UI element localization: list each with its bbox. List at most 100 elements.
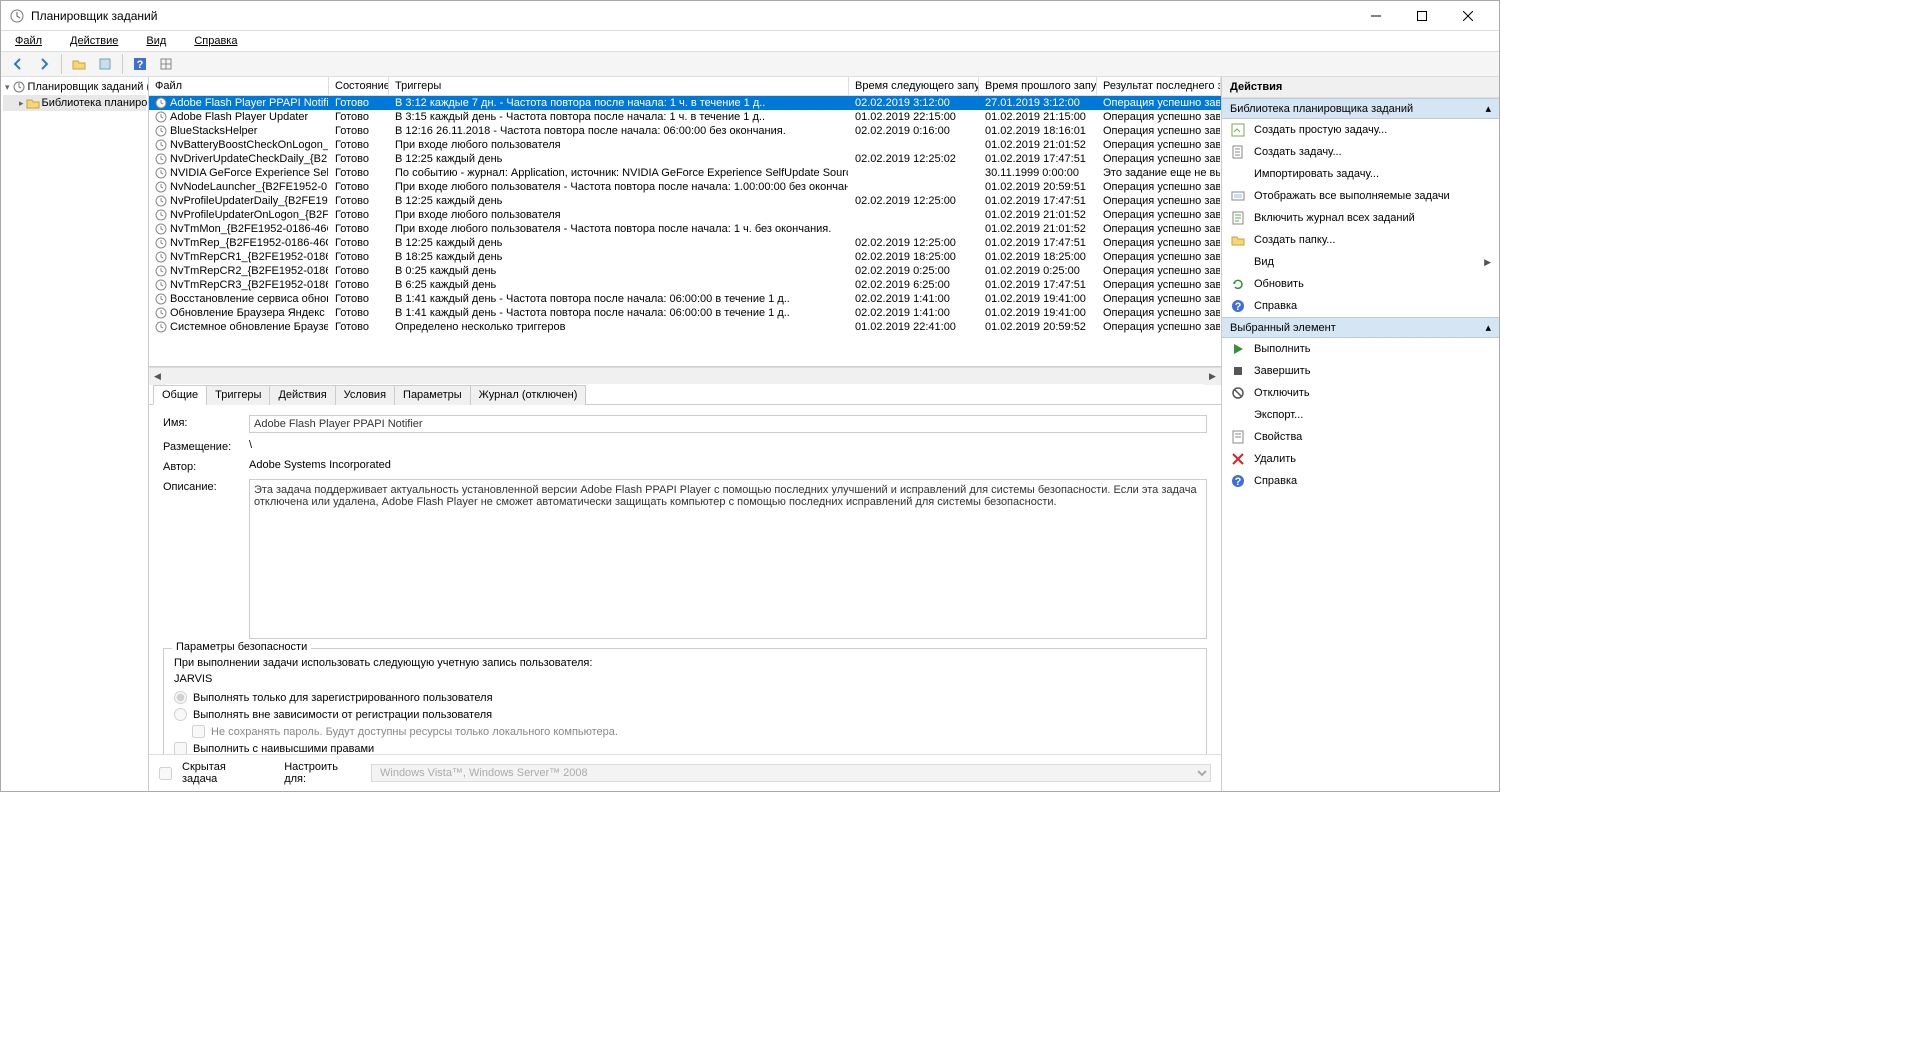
task-row[interactable]: Adobe Flash Player PPAPI NotifierГотовоВ… xyxy=(149,96,1221,110)
clock-icon xyxy=(155,293,167,305)
label-description: Описание: xyxy=(163,479,249,493)
menu-help[interactable]: Справка xyxy=(186,33,245,49)
task-trigger: В 12:16 26.11.2018 - Частота повтора пос… xyxy=(389,124,849,138)
action-Вид[interactable]: Вид▶ xyxy=(1222,251,1499,273)
task-trigger: В 12:25 каждый день xyxy=(389,236,849,250)
col-header-next[interactable]: Время следующего запуска xyxy=(849,77,979,95)
col-header-triggers[interactable]: Триггеры xyxy=(389,77,849,95)
tab-Общие[interactable]: Общие xyxy=(153,385,207,405)
back-button[interactable] xyxy=(7,53,29,75)
action-Выполнить[interactable]: Выполнить xyxy=(1222,338,1499,360)
task-row[interactable]: Системное обновление Браузера Ян...Готов… xyxy=(149,320,1221,334)
action-Справка[interactable]: ?Справка xyxy=(1222,295,1499,317)
clock-icon xyxy=(155,153,167,165)
action-Удалить[interactable]: Удалить xyxy=(1222,448,1499,470)
task-prev: 01.02.2019 18:25:00 xyxy=(979,250,1097,264)
toolbar: ? xyxy=(1,51,1499,77)
action-Создать папку...[interactable]: Создать папку... xyxy=(1222,229,1499,251)
action-Справка[interactable]: ?Справка xyxy=(1222,470,1499,492)
task-name: NvTmRep_{B2FE1952-0186-46C3-BAE... xyxy=(170,237,329,249)
maximize-button[interactable] xyxy=(1399,1,1445,31)
collapse-icon[interactable]: ▴ xyxy=(1485,321,1491,334)
task-prev: 01.02.2019 21:15:00 xyxy=(979,110,1097,124)
task-row[interactable]: Adobe Flash Player UpdaterГотовоВ 3:15 к… xyxy=(149,110,1221,124)
task-row[interactable]: NvTmMon_{B2FE1952-0186-46C3-BAE...Готово… xyxy=(149,222,1221,236)
name-field[interactable] xyxy=(249,415,1207,433)
task-row[interactable]: NvTmRepCR3_{B2FE1952-0186-46C3-...Готово… xyxy=(149,278,1221,292)
menu-file[interactable]: Файл xyxy=(7,33,50,49)
radio-any-user-label: Выполнять вне зависимости от регистрации… xyxy=(193,709,492,721)
task-row[interactable]: Обновление Браузера ЯндексГотовоВ 1:41 к… xyxy=(149,306,1221,320)
action-Создать простую задачу...[interactable]: Создать простую задачу... xyxy=(1222,119,1499,141)
minimize-button[interactable] xyxy=(1353,1,1399,31)
task-prev: 01.02.2019 17:47:51 xyxy=(979,278,1097,292)
task-row[interactable]: NvDriverUpdateCheckDaily_{B2FE1952...Гот… xyxy=(149,152,1221,166)
col-header-prev[interactable]: Время прошлого запуска xyxy=(979,77,1097,95)
task-row[interactable]: NvTmRep_{B2FE1952-0186-46C3-BAE...Готово… xyxy=(149,236,1221,250)
tree-library[interactable]: ▸ Библиотека планировщ xyxy=(3,95,146,111)
task-result: Операция успешно завер xyxy=(1097,194,1221,208)
task-row[interactable]: NvProfileUpdaterOnLogon_{B2FE1952...Гото… xyxy=(149,208,1221,222)
toolbar-folder-icon[interactable] xyxy=(68,53,90,75)
collapse-icon[interactable]: ▴ xyxy=(1485,102,1491,115)
menu-view[interactable]: Вид xyxy=(138,33,174,49)
toolbar-grid-icon[interactable] xyxy=(155,53,177,75)
action-Отключить[interactable]: Отключить xyxy=(1222,382,1499,404)
task-row[interactable]: NvProfileUpdaterDaily_{B2FE1952-018...Го… xyxy=(149,194,1221,208)
action-Свойства[interactable]: Свойства xyxy=(1222,426,1499,448)
action-Отображать все выполняемые задачи[interactable]: Отображать все выполняемые задачи xyxy=(1222,185,1499,207)
description-field[interactable] xyxy=(249,479,1207,639)
action-Включить журнал всех заданий[interactable]: Включить журнал всех заданий xyxy=(1222,207,1499,229)
tree-toggle-icon[interactable]: ▸ xyxy=(19,98,24,109)
col-header-state[interactable]: Состояние xyxy=(329,77,389,95)
task-next: 01.02.2019 22:15:00 xyxy=(849,110,979,124)
tab-Условия[interactable]: Условия xyxy=(335,385,395,405)
task-state: Готово xyxy=(329,222,389,236)
task-row[interactable]: BlueStacksHelperГотовоВ 12:16 26.11.2018… xyxy=(149,124,1221,138)
action-Завершить[interactable]: Завершить xyxy=(1222,360,1499,382)
task-list[interactable]: Файл Состояние Триггеры Время следующего… xyxy=(149,77,1221,367)
check-no-password-label: Не сохранять пароль. Будут доступны ресу… xyxy=(211,726,618,738)
scroll-right-icon[interactable]: ▶ xyxy=(1204,368,1221,385)
task-result: Операция успешно завер xyxy=(1097,208,1221,222)
task-name: NvProfileUpdaterDaily_{B2FE1952-018... xyxy=(170,195,329,207)
action-Создать задачу...[interactable]: Создать задачу... xyxy=(1222,141,1499,163)
clock-icon xyxy=(155,307,167,319)
task-row[interactable]: NvBatteryBoostCheckOnLogon_{B2FE...Готов… xyxy=(149,138,1221,152)
titlebar[interactable]: Планировщик заданий xyxy=(1,1,1499,31)
col-header-file[interactable]: Файл xyxy=(149,77,329,95)
tab-Журнал (отключен)[interactable]: Журнал (отключен) xyxy=(470,385,587,405)
check-hidden-task-label: Скрытая задача xyxy=(182,761,262,785)
tab-Параметры[interactable]: Параметры xyxy=(394,385,471,405)
forward-button[interactable] xyxy=(33,53,55,75)
task-prev: 01.02.2019 0:25:00 xyxy=(979,264,1097,278)
tab-Триггеры[interactable]: Триггеры xyxy=(206,385,270,405)
task-next: 02.02.2019 1:41:00 xyxy=(849,306,979,320)
radio-logged-user xyxy=(174,691,187,704)
action-Обновить[interactable]: Обновить xyxy=(1222,273,1499,295)
action-Экспорт...[interactable]: Экспорт... xyxy=(1222,404,1499,426)
toolbar-help-icon[interactable]: ? xyxy=(129,53,151,75)
task-row[interactable]: NvNodeLauncher_{B2FE1952-0186-46...Готов… xyxy=(149,180,1221,194)
horizontal-scrollbar[interactable]: ◀ ▶ xyxy=(149,367,1221,384)
scroll-left-icon[interactable]: ◀ xyxy=(149,368,166,385)
close-button[interactable] xyxy=(1445,1,1491,31)
tab-Действия[interactable]: Действия xyxy=(269,385,335,405)
clock-icon xyxy=(155,279,167,291)
action-label: Создать задачу... xyxy=(1254,146,1342,158)
col-header-result[interactable]: Результат последнего зап xyxy=(1097,77,1221,95)
task-row[interactable]: NvTmRepCR1_{B2FE1952-0186-46C3-...Готово… xyxy=(149,250,1221,264)
actions-pane-header: Действия xyxy=(1222,77,1499,98)
help-icon: ? xyxy=(1230,298,1246,314)
task-result: Операция успешно завер xyxy=(1097,222,1221,236)
navigation-tree[interactable]: ▾ Планировщик заданий (Лок ▸ Библиотека … xyxy=(1,77,149,791)
tree-toggle-icon[interactable]: ▾ xyxy=(5,82,10,93)
menu-action[interactable]: Действие xyxy=(62,33,126,49)
action-label: Создать простую задачу... xyxy=(1254,124,1387,136)
task-row[interactable]: NVIDIA GeForce Experience SelfUpdat...Го… xyxy=(149,166,1221,180)
task-row[interactable]: NvTmRepCR2_{B2FE1952-0186-46C3-...Готово… xyxy=(149,264,1221,278)
tree-root[interactable]: ▾ Планировщик заданий (Лок xyxy=(3,79,146,95)
task-row[interactable]: Восстановление сервиса обновлени...Готов… xyxy=(149,292,1221,306)
toolbar-props-icon[interactable] xyxy=(94,53,116,75)
action-Импортировать задачу...[interactable]: Импортировать задачу... xyxy=(1222,163,1499,185)
